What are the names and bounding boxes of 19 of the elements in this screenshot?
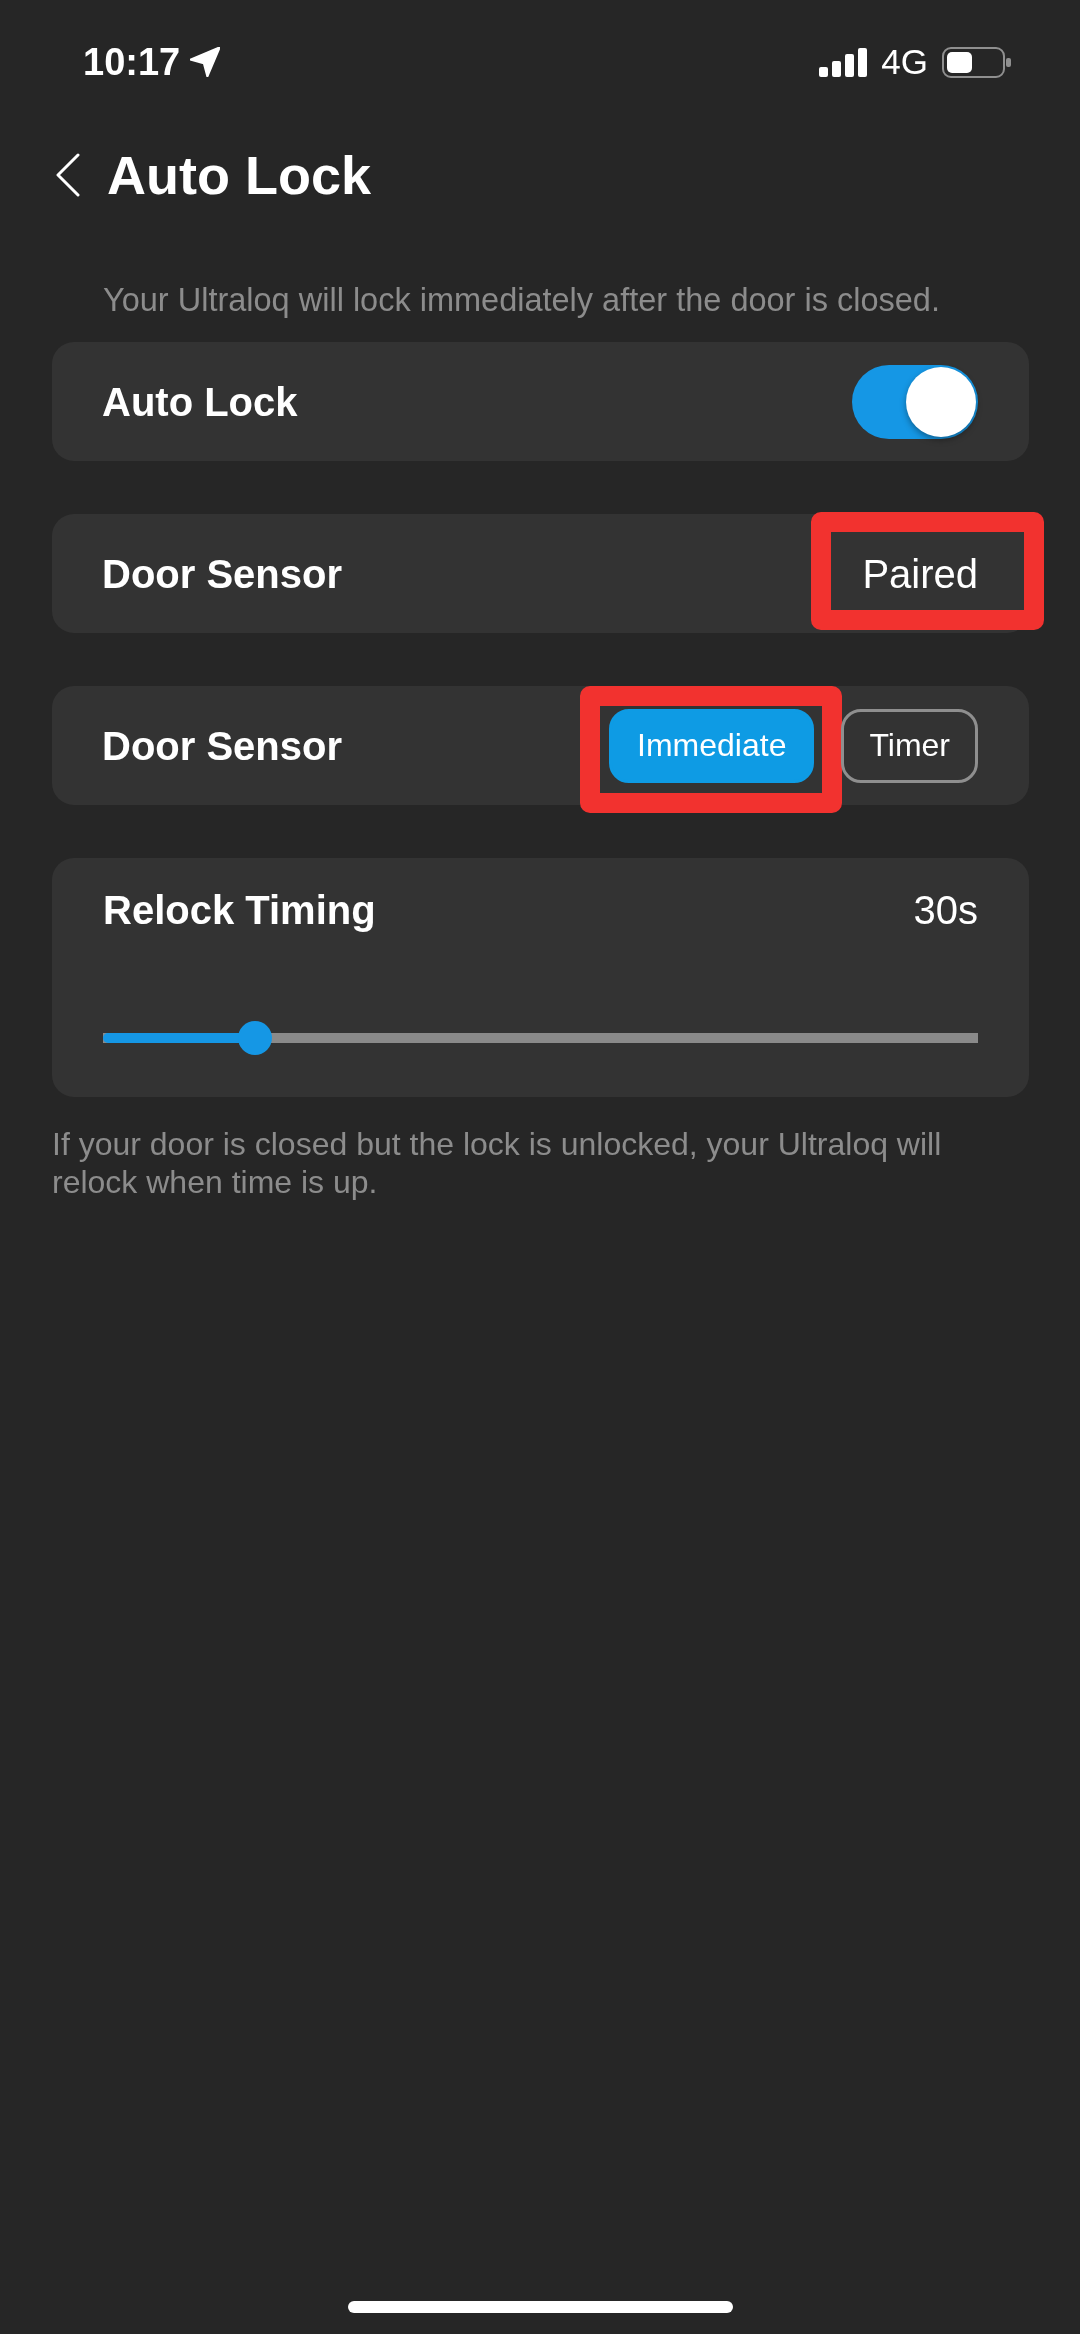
setting-label: Auto Lock	[102, 378, 298, 426]
page-title: Auto Lock	[107, 144, 371, 206]
status-time: 10:17	[83, 40, 181, 84]
setting-label: Relock Timing	[103, 887, 376, 934]
setting-label: Door Sensor	[102, 550, 343, 598]
status-value: Paired	[862, 550, 978, 598]
back-button[interactable]	[55, 153, 81, 197]
slider-value: 30s	[913, 887, 978, 934]
setting-label: Door Sensor	[102, 722, 343, 770]
signal-icon	[819, 47, 868, 77]
segment-button[interactable]: Timer	[841, 708, 978, 783]
toggle-knob	[906, 366, 976, 437]
slider-thumb[interactable]	[238, 1021, 273, 1055]
chevron-left-icon	[55, 153, 81, 197]
battery-icon	[942, 46, 1011, 78]
network-type: 4G	[881, 42, 928, 82]
footnote-text: If your door is closed but the lock is unlocked, your Ultraloq will relock when time is up.	[52, 1125, 943, 1201]
location-arrow-icon	[190, 47, 221, 77]
description-text: Your Ultraloq will lock immediately after the door is closed.	[103, 281, 941, 320]
